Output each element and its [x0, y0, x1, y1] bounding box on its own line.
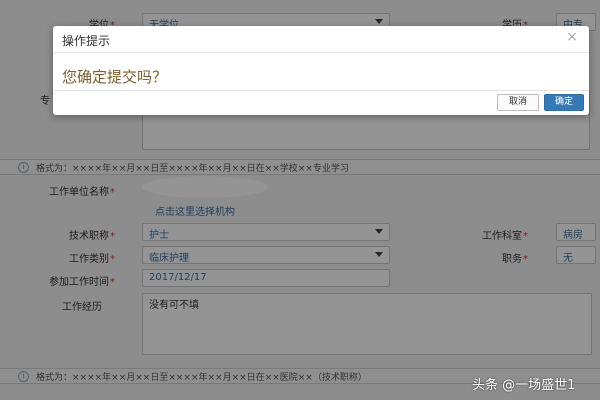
confirm-button[interactable]: 确定: [544, 94, 584, 111]
dialog-divider: [53, 52, 589, 53]
dialog-title: 操作提示: [62, 34, 111, 48]
dialog-message: 您确定提交吗？: [62, 68, 168, 86]
dialog-divider: [53, 90, 589, 91]
close-icon[interactable]: ×: [566, 29, 578, 45]
watermark: 头条 @一场盛世1: [472, 378, 576, 393]
cancel-button[interactable]: 取消: [497, 94, 539, 111]
confirm-dialog: 操作提示 × 您确定提交吗？ 取消 确定: [53, 26, 589, 115]
